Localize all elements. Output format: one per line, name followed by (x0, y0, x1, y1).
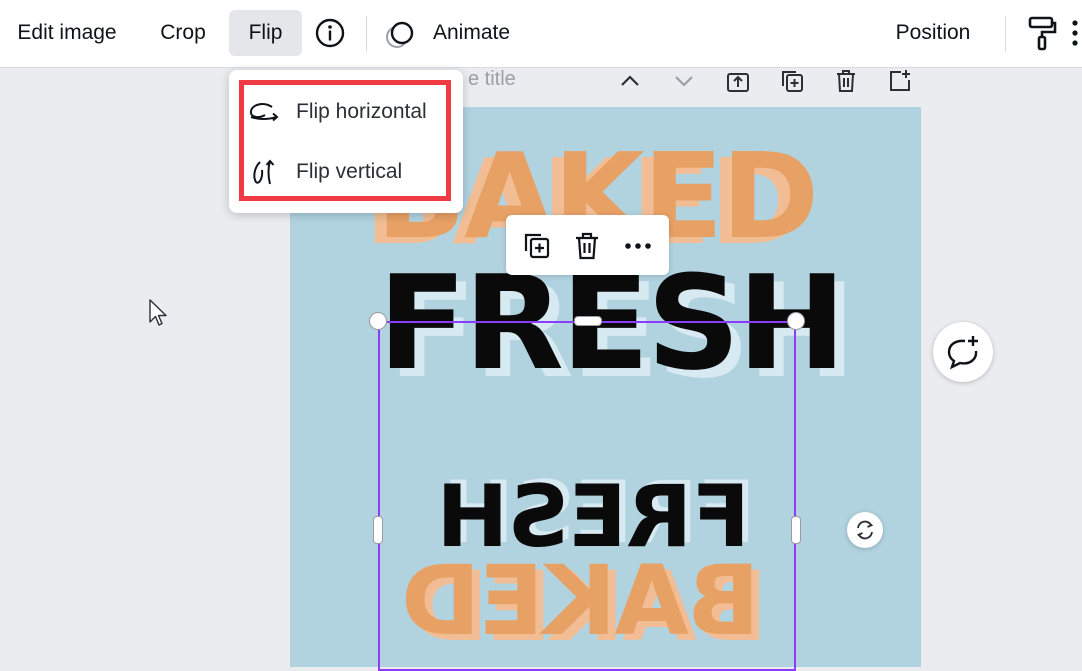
position-button[interactable]: Position (880, 10, 986, 56)
mouse-cursor-icon (149, 299, 167, 326)
paint-roller-icon (1028, 16, 1057, 51)
flipped-baked-text: BAKED (402, 545, 760, 657)
resize-handle-top[interactable] (574, 316, 602, 326)
flipped-image-group[interactable]: FRESH FRESH BAKED BAKED (403, 463, 768, 663)
chevron-up-icon[interactable] (618, 70, 642, 94)
rotate-icon (856, 520, 874, 540)
element-action-bar (506, 215, 669, 275)
toolbar-divider (366, 16, 367, 52)
comment-add-icon (947, 336, 978, 370)
animate-icon (386, 21, 414, 48)
flip-button[interactable]: Flip (229, 10, 302, 56)
hide-page-icon[interactable] (725, 68, 751, 94)
add-comment-button[interactable] (933, 322, 993, 382)
rotate-handle[interactable] (847, 512, 883, 548)
edit-image-button[interactable]: Edit image (2, 10, 132, 56)
animate-label: Animate (433, 21, 511, 44)
add-page-icon[interactable] (887, 68, 913, 94)
resize-handle-top-right[interactable] (787, 312, 805, 330)
more-vertical-icon (1072, 20, 1078, 46)
info-button[interactable] (312, 10, 348, 56)
page-title-input[interactable]: e title (468, 68, 516, 91)
top-toolbar: Edit image Crop Flip Animate Position (0, 0, 1082, 68)
animate-button[interactable]: Animate (383, 10, 533, 56)
flip-vertical-option[interactable]: Flip vertical (248, 149, 448, 195)
more-options-button[interactable] (1068, 10, 1082, 56)
resize-handle-left[interactable] (373, 516, 383, 544)
flip-horizontal-label: Flip horizontal (296, 100, 427, 123)
flip-vertical-label: Flip vertical (296, 160, 403, 183)
crop-button[interactable]: Crop (148, 10, 218, 56)
flip-horizontal-option[interactable]: Flip horizontal (248, 89, 448, 135)
resize-handle-top-left[interactable] (369, 312, 387, 330)
chevron-down-icon[interactable] (672, 68, 696, 92)
flip-horizontal-icon (249, 103, 279, 122)
info-icon (315, 18, 345, 48)
flip-vertical-icon (253, 159, 275, 185)
duplicate-page-icon[interactable] (779, 68, 805, 94)
duplicate-icon[interactable] (522, 231, 552, 261)
delete-page-icon[interactable] (833, 68, 859, 94)
toolbar-divider (1005, 16, 1006, 52)
trash-icon[interactable] (572, 231, 602, 261)
copy-style-button[interactable] (1022, 10, 1062, 56)
more-horizontal-icon[interactable] (623, 231, 653, 261)
resize-handle-right[interactable] (791, 516, 801, 544)
